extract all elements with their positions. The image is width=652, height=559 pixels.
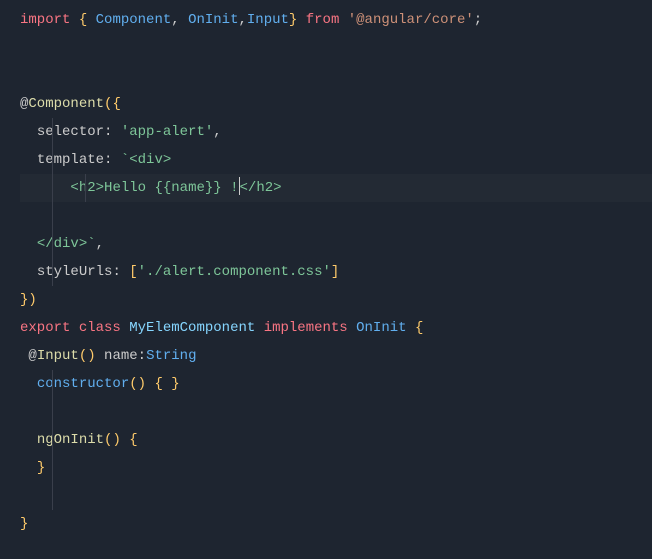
prop-template: template bbox=[37, 152, 104, 168]
code-line-blank bbox=[20, 34, 652, 62]
brace-close: } bbox=[289, 12, 297, 28]
code-line-blank bbox=[20, 398, 652, 426]
code-line: selector: 'app-alert', bbox=[20, 118, 652, 146]
interp-name: name bbox=[171, 180, 205, 196]
code-line-active: <h2>Hello {{name}} !</h2> bbox=[20, 174, 652, 202]
constructor-keyword: constructor bbox=[37, 376, 129, 392]
template-div-close: </div> bbox=[37, 236, 87, 252]
code-editor[interactable]: import { Component, OnInit,Input} from '… bbox=[0, 0, 652, 538]
ident-oninit: OnInit bbox=[188, 12, 238, 28]
string-styleurl: './alert.component.css' bbox=[138, 264, 331, 280]
string-module: '@angular/core' bbox=[348, 12, 474, 28]
brace-open: { bbox=[79, 12, 87, 28]
type-oninit: OnInit bbox=[356, 320, 406, 336]
code-line-blank bbox=[20, 482, 652, 510]
code-line: styleUrls: ['./alert.component.css'] bbox=[20, 258, 652, 286]
code-line-blank bbox=[20, 62, 652, 90]
template-div-open: <div> bbox=[129, 152, 171, 168]
decorator-input: Input bbox=[37, 348, 79, 364]
type-string: String bbox=[146, 348, 196, 364]
keyword-export: export bbox=[20, 320, 70, 336]
prop-name: name bbox=[104, 348, 138, 364]
template-text-hello: Hello bbox=[104, 180, 154, 196]
code-line: } bbox=[20, 454, 652, 482]
class-name: MyElemComponent bbox=[129, 320, 255, 336]
keyword-from: from bbox=[306, 12, 340, 28]
code-line: }) bbox=[20, 286, 652, 314]
code-line: </div>`, bbox=[20, 230, 652, 258]
code-line: ngOnInit() { bbox=[20, 426, 652, 454]
keyword-import: import bbox=[20, 12, 70, 28]
method-ngoninit: ngOnInit bbox=[37, 432, 104, 448]
code-line-blank bbox=[20, 202, 652, 230]
code-line: export class MyElemComponent implements … bbox=[20, 314, 652, 342]
code-line: import { Component, OnInit,Input} from '… bbox=[20, 6, 652, 34]
code-line: } bbox=[20, 510, 652, 538]
ident-component: Component bbox=[96, 12, 172, 28]
ident-input: Input bbox=[247, 12, 289, 28]
code-line: constructor() { } bbox=[20, 370, 652, 398]
prop-selector: selector bbox=[37, 124, 104, 140]
prop-styleurls: styleUrls bbox=[37, 264, 113, 280]
keyword-class: class bbox=[79, 320, 121, 336]
decorator-component: Component bbox=[28, 96, 104, 112]
code-line: @Component({ bbox=[20, 90, 652, 118]
code-line: template: `<div> bbox=[20, 146, 652, 174]
code-line: @Input() name:String bbox=[20, 342, 652, 370]
string-selector: 'app-alert' bbox=[121, 124, 213, 140]
keyword-implements: implements bbox=[264, 320, 348, 336]
